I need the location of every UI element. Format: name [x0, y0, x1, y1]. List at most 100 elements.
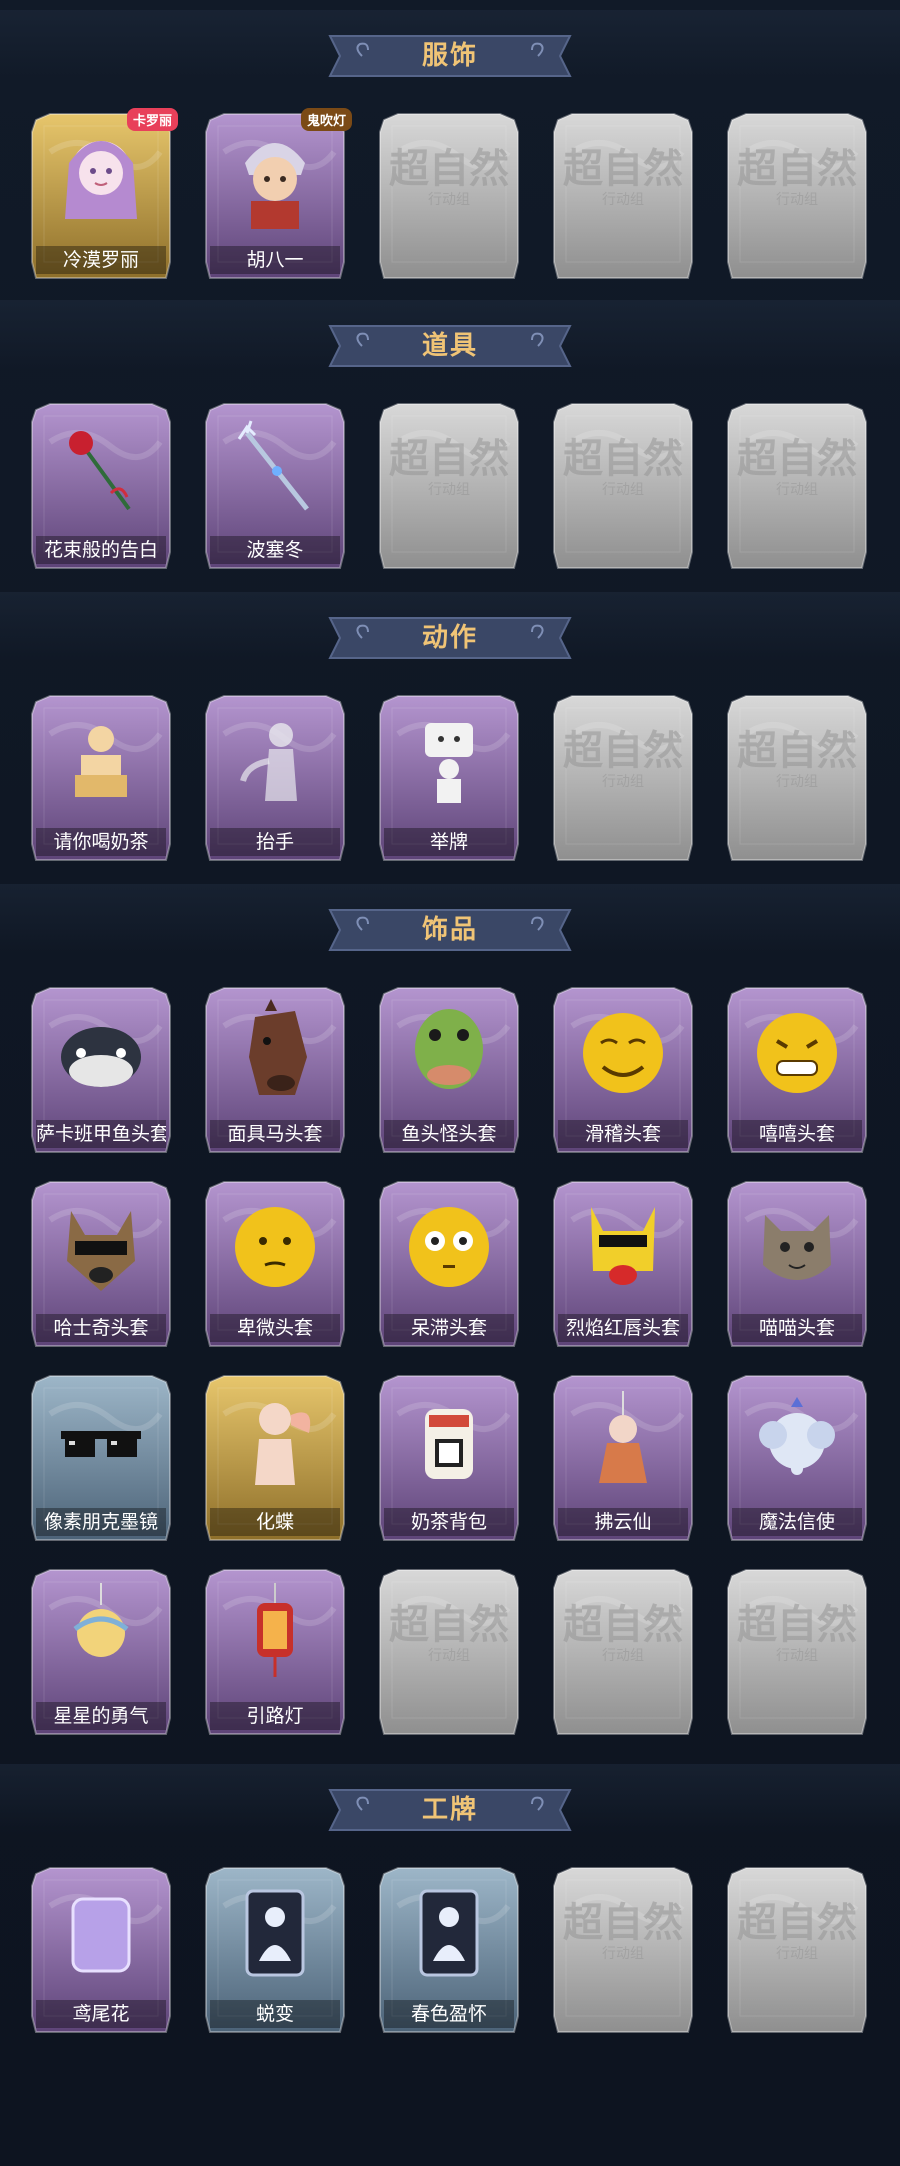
section-title-banner: 饰品 — [322, 904, 578, 956]
raise-hand-icon — [204, 694, 346, 826]
watermark-sub: 行动组 — [428, 482, 470, 498]
locked-item-card[interactable]: 超自然 行动组 — [378, 112, 520, 284]
item-name: 哈士奇头套 — [36, 1314, 166, 1342]
item-card[interactable]: 引路灯 — [204, 1568, 346, 1740]
item-card[interactable]: 喵喵头套 — [726, 1180, 868, 1352]
watermark-main: 超自然 — [737, 727, 857, 774]
item-name: 抬手 — [210, 828, 340, 856]
pikachu-mask-icon — [552, 1180, 694, 1312]
locked-item-card[interactable]: 超自然 行动组 — [726, 402, 868, 574]
item-card[interactable]: 请你喝奶茶 — [30, 694, 172, 866]
item-name: 卑微头套 — [210, 1314, 340, 1342]
watermark-main: 超自然 — [389, 145, 509, 192]
item-card[interactable]: 卡罗丽冷漠罗丽 — [30, 108, 178, 284]
lantern-icon — [204, 1568, 346, 1700]
funny-face-icon — [552, 986, 694, 1118]
item-name: 像素朋克墨镜 — [36, 1508, 166, 1536]
item-card[interactable]: 卑微头套 — [204, 1180, 346, 1352]
watermark-main: 超自然 — [737, 1601, 857, 1648]
locked-placeholder-icon: 超自然 行动组 — [378, 112, 520, 244]
item-name: 萨卡班甲鱼头套 — [36, 1120, 166, 1148]
locked-item-card[interactable]: 超自然 行动组 — [378, 1568, 520, 1740]
item-card[interactable]: 像素朋克墨镜 — [30, 1374, 172, 1546]
item-card[interactable]: 花束般的告白 — [30, 402, 172, 574]
watermark-main: 超自然 — [737, 145, 857, 192]
section-title-banner: 道具 — [322, 320, 578, 372]
item-card[interactable]: 奶茶背包 — [378, 1374, 520, 1546]
locked-item-card[interactable]: 超自然 行动组 — [378, 402, 520, 574]
item-name: 化蝶 — [210, 1508, 340, 1536]
item-card[interactable]: 嘻嘻头套 — [726, 986, 868, 1158]
item-name: 呆滞头套 — [384, 1314, 514, 1342]
fish-mask-icon — [30, 986, 172, 1118]
item-name: 鱼头怪头套 — [384, 1120, 514, 1148]
item-card[interactable]: 鬼吹灯 胡八一 — [204, 108, 352, 284]
item-card[interactable]: 萨卡班甲鱼头套 — [30, 986, 172, 1158]
locked-placeholder-icon: 超自然 行动组 — [552, 402, 694, 534]
item-card[interactable]: 滑稽头套 — [552, 986, 694, 1158]
item-name: 波塞冬 — [210, 536, 340, 564]
item-card[interactable]: 蜕变 — [204, 1866, 346, 2038]
watermark-sub: 行动组 — [428, 192, 470, 208]
locked-item-card[interactable]: 超自然 行动组 — [552, 402, 694, 574]
item-card[interactable]: 举牌 — [378, 694, 520, 866]
watermark-main: 超自然 — [389, 435, 509, 482]
locked-item-card[interactable]: 超自然 行动组 — [726, 694, 868, 866]
collab-badge: 卡罗丽 — [126, 108, 178, 131]
butterfly-figure-icon — [204, 1374, 346, 1506]
item-card[interactable]: 面具马头套 — [204, 986, 346, 1158]
locked-item-card[interactable]: 超自然 行动组 — [552, 1866, 694, 2038]
locked-item-card[interactable]: 超自然 行动组 — [726, 112, 868, 284]
item-card[interactable]: 呆滞头套 — [378, 1180, 520, 1352]
locked-item-card[interactable]: 超自然 行动组 — [726, 1866, 868, 2038]
locked-placeholder-icon: 超自然 行动组 — [552, 694, 694, 826]
locked-placeholder-icon: 超自然 行动组 — [552, 1866, 694, 1998]
item-card[interactable]: 星星的勇气 — [30, 1568, 172, 1740]
locked-item-card[interactable]: 超自然 行动组 — [552, 1568, 694, 1740]
offer-drink-icon — [30, 694, 172, 826]
locked-item-card[interactable]: 超自然 行动组 — [726, 1568, 868, 1740]
grin-face-icon — [726, 986, 868, 1118]
watermark-sub: 行动组 — [428, 1648, 470, 1664]
doll-portrait-icon — [30, 112, 172, 244]
watermark-sub: 行动组 — [602, 774, 644, 790]
locked-placeholder-icon: 超自然 行动组 — [378, 402, 520, 534]
item-card[interactable]: 抬手 — [204, 694, 346, 866]
item-card[interactable]: 鱼头怪头套 — [378, 986, 520, 1158]
item-card[interactable]: 化蝶 — [204, 1374, 346, 1546]
item-card[interactable]: 波塞冬 — [204, 402, 346, 574]
item-name: 冷漠罗丽 — [36, 246, 166, 274]
item-name: 嘻嘻头套 — [732, 1120, 862, 1148]
item-card[interactable]: 鸢尾花 — [30, 1866, 172, 2038]
item-name: 举牌 — [384, 828, 514, 856]
watermark-main: 超自然 — [737, 435, 857, 482]
watermark-main: 超自然 — [389, 1601, 509, 1648]
item-card[interactable]: 哈士奇头套 — [30, 1180, 172, 1352]
iris-badge-icon — [30, 1866, 172, 1998]
item-name: 魔法信使 — [732, 1508, 862, 1536]
dazed-face-icon — [378, 1180, 520, 1312]
milk-tea-backpack-icon — [378, 1374, 520, 1506]
section-title-banner: 工牌 — [322, 1784, 578, 1836]
watermark-main: 超自然 — [563, 435, 683, 482]
locked-item-card[interactable]: 超自然 行动组 — [552, 694, 694, 866]
locked-item-card[interactable]: 超自然 行动组 — [552, 112, 694, 284]
item-card[interactable]: 春色盈怀 — [378, 1866, 520, 2038]
young-man-portrait-icon — [204, 112, 346, 244]
locked-placeholder-icon: 超自然 行动组 — [552, 112, 694, 244]
horse-mask-icon — [204, 986, 346, 1118]
item-name: 春色盈怀 — [384, 2000, 514, 2028]
watermark-sub: 行动组 — [776, 1648, 818, 1664]
watermark-sub: 行动组 — [776, 774, 818, 790]
locked-placeholder-icon: 超自然 行动组 — [552, 1568, 694, 1700]
star-charm-icon — [30, 1568, 172, 1700]
locked-placeholder-icon: 超自然 行动组 — [726, 694, 868, 826]
watermark-sub: 行动组 — [602, 482, 644, 498]
silhouette-card-icon — [204, 1866, 346, 1998]
item-card[interactable]: 烈焰红唇头套 — [552, 1180, 694, 1352]
watermark-main: 超自然 — [563, 1899, 683, 1946]
item-card[interactable]: 魔法信使 — [726, 1374, 868, 1546]
item-card[interactable]: 拂云仙 — [552, 1374, 694, 1546]
cat-mask-icon — [726, 1180, 868, 1312]
locked-placeholder-icon: 超自然 行动组 — [726, 112, 868, 244]
